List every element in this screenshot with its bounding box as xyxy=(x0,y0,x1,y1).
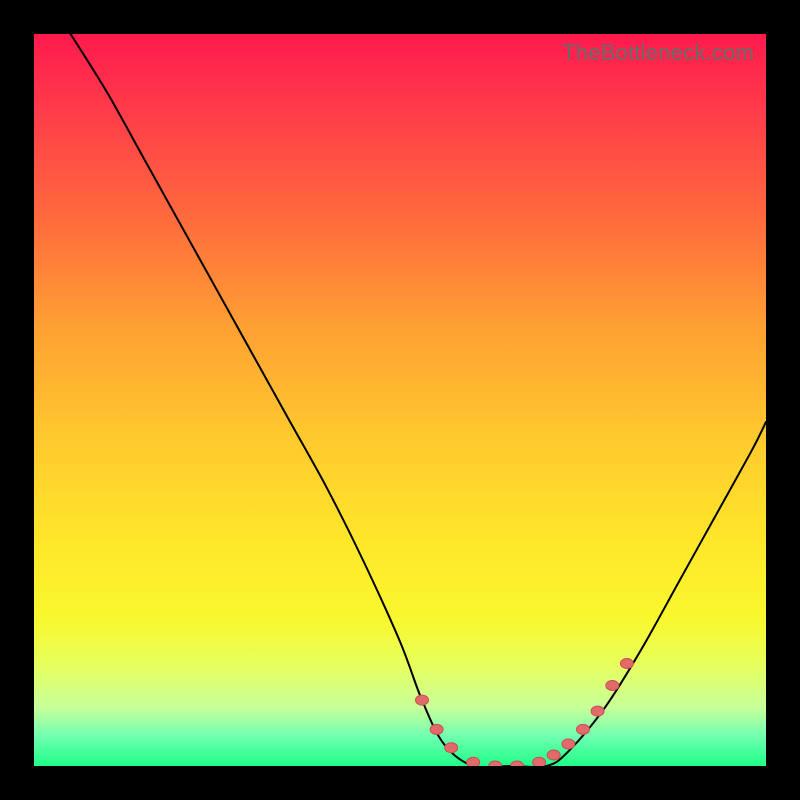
marker-dot xyxy=(416,695,429,705)
curve-path xyxy=(71,34,766,766)
marker-dot xyxy=(445,743,458,753)
marker-dot xyxy=(489,761,502,766)
marker-dot xyxy=(511,761,524,766)
marker-dot xyxy=(533,757,546,766)
marker-dot xyxy=(467,757,480,766)
marker-dot xyxy=(620,659,633,669)
marker-dot xyxy=(606,681,619,691)
plot-area: TheBottleneck.com xyxy=(34,34,766,766)
marker-dot xyxy=(430,724,443,734)
marker-dot xyxy=(591,706,604,716)
marker-dot xyxy=(562,739,575,749)
marker-dot xyxy=(547,750,560,760)
chart-svg xyxy=(34,34,766,766)
chart-frame: TheBottleneck.com xyxy=(0,0,800,800)
marker-dot xyxy=(577,724,590,734)
marker-group xyxy=(416,659,634,767)
